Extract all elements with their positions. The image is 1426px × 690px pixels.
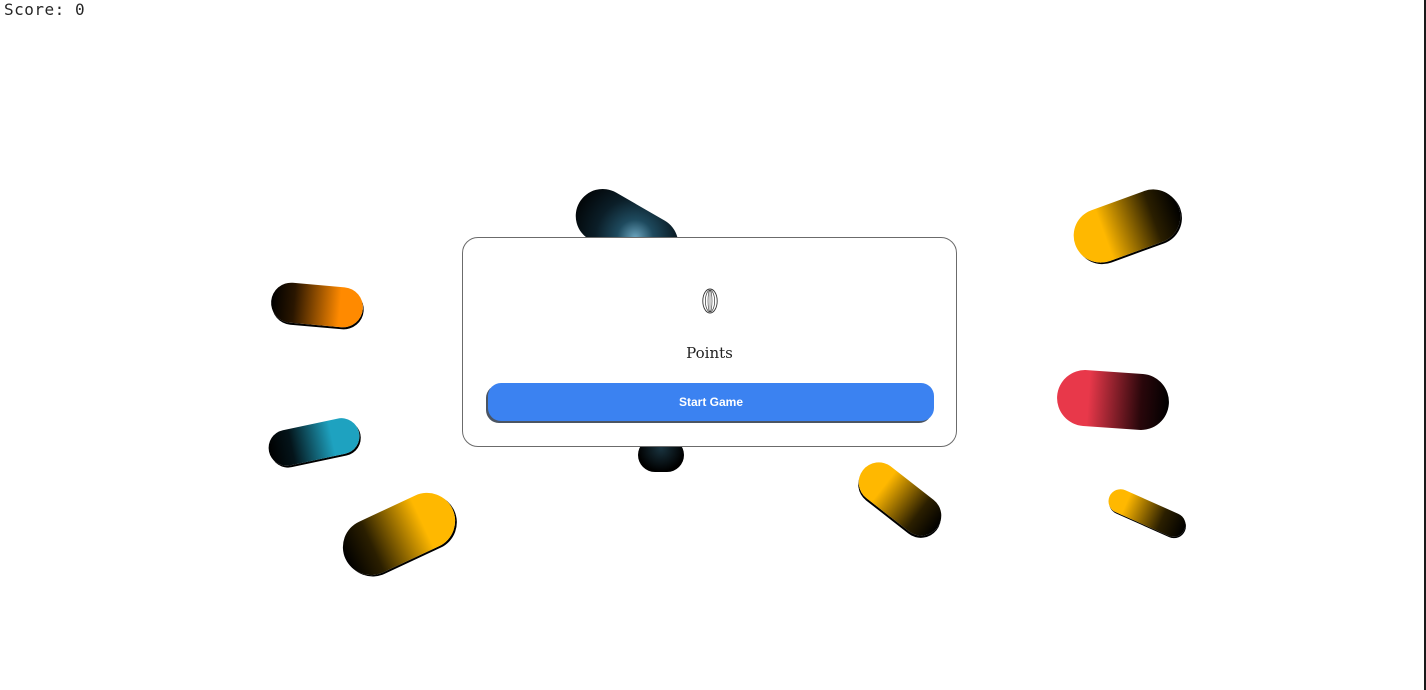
yellow-ball-small-right xyxy=(1104,485,1190,541)
game-canvas[interactable]: Score: 0 Points Start Game xyxy=(0,0,1426,690)
start-menu-panel: Points Start Game xyxy=(462,237,957,447)
yellow-ball-center-right xyxy=(850,454,950,544)
score-label: Score: xyxy=(4,0,65,19)
red-ball-right xyxy=(1055,368,1171,432)
score-value: 0 xyxy=(74,0,86,19)
score-display: Score: 0 xyxy=(4,0,85,20)
points-label: Points xyxy=(686,344,733,362)
coin-icon xyxy=(702,288,718,314)
yellow-ball-bottom-left xyxy=(333,483,465,585)
start-game-button[interactable]: Start Game xyxy=(488,383,934,421)
orange-ball-left xyxy=(269,281,365,329)
yellow-ball-top-right xyxy=(1066,181,1188,271)
teal-ball-left xyxy=(265,414,363,470)
